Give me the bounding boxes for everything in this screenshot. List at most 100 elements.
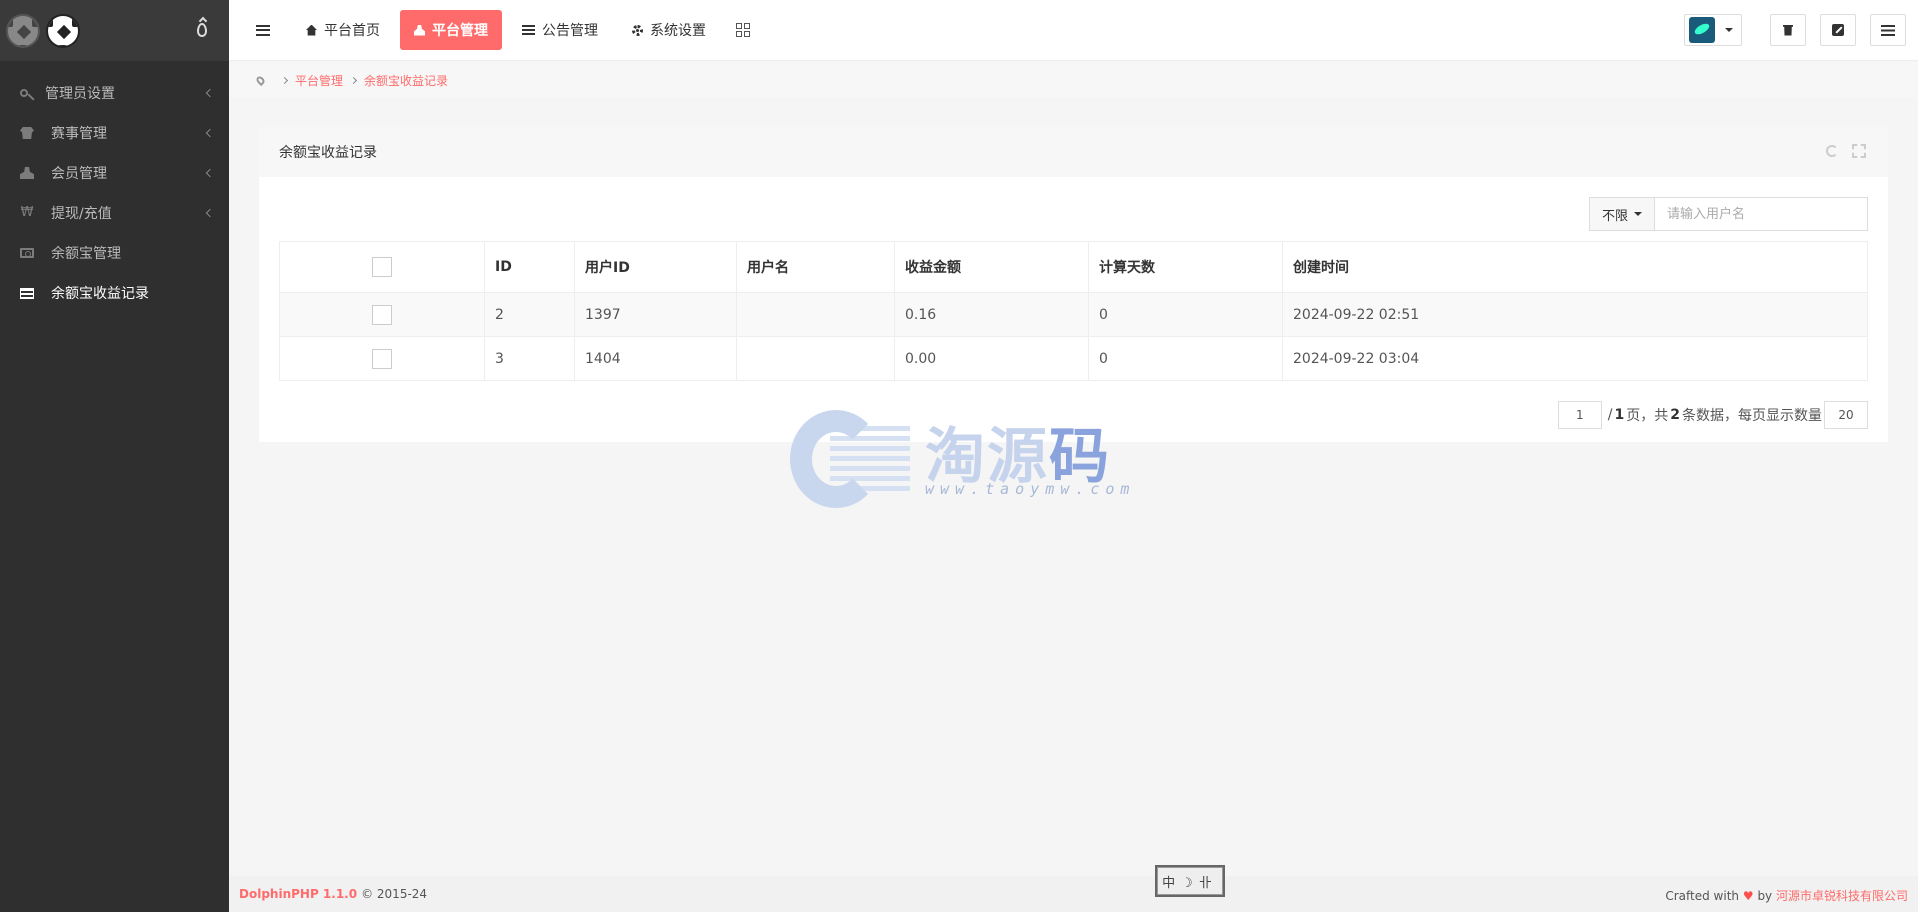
clear-cache-button[interactable] <box>1770 14 1806 46</box>
chevron-left-icon <box>205 168 215 178</box>
total-records: 2 <box>1670 407 1680 423</box>
side-panel-button[interactable] <box>1870 14 1906 46</box>
heart-icon: ♥ <box>1742 889 1754 903</box>
table-row[interactable]: 3 1404 0.00 0 2024-09-22 03:04 <box>279 336 1868 381</box>
key-icon <box>20 89 28 97</box>
breadcrumb: 平台管理 余额宝收益记录 <box>229 62 1918 98</box>
cell-user-id: 1404 <box>574 336 737 381</box>
cell-id: 3 <box>484 336 575 381</box>
topbar: 平台首页 平台管理 公告管理 系统设置 <box>229 0 1918 61</box>
cell-amount: 0.16 <box>894 292 1089 337</box>
row-select-cell <box>279 292 485 337</box>
cell-created: 2024-09-22 02:51 <box>1282 292 1868 337</box>
grid-icon[interactable] <box>736 23 750 37</box>
sidebar-item-yuebao-management[interactable]: 余额宝管理 <box>0 233 229 273</box>
page-number-input[interactable]: 1 <box>1557 401 1602 429</box>
sidebar-item-yuebao-earnings[interactable]: 余额宝收益记录 <box>0 273 229 313</box>
data-panel: 余额宝收益记录 不限 ID 用户ID 用户名 收益金额 计算天数 创建时间 <box>259 127 1888 442</box>
sidebar-item-admin-settings[interactable]: 管理员设置 <box>0 73 229 113</box>
select-all-checkbox[interactable] <box>372 257 392 277</box>
column-header[interactable]: 用户ID <box>574 241 737 293</box>
data-table: ID 用户ID 用户名 收益金额 计算天数 创建时间 2 1397 0.16 0… <box>279 241 1868 381</box>
cell-username <box>736 292 895 337</box>
chevron-left-icon <box>205 128 215 138</box>
sidebar-item-label: 余额宝收益记录 <box>51 286 149 302</box>
money-icon <box>20 248 34 258</box>
pager-sep: / <box>1607 407 1613 423</box>
tab-label: 系统设置 <box>650 23 706 39</box>
menu-icon <box>1881 24 1895 36</box>
column-header[interactable]: ID <box>484 241 575 293</box>
avatar <box>1689 17 1715 43</box>
cell-user-id: 1397 <box>574 292 737 337</box>
sidebar-item-label: 提现/充值 <box>51 206 112 222</box>
caret-down-icon <box>1634 212 1642 216</box>
cell-username <box>736 336 895 381</box>
gear-icon <box>632 24 643 36</box>
sidebar-item-match-management[interactable]: 赛事管理 <box>0 113 229 153</box>
table-row[interactable]: 2 1397 0.16 0 2024-09-22 02:51 <box>279 292 1868 337</box>
footer-brand-link[interactable]: DolphinPHP 1.1.0 <box>239 887 357 901</box>
footer-copyright: © 2015-24 <box>361 887 428 901</box>
breadcrumb-link[interactable]: 平台管理 <box>295 72 343 89</box>
by-text: by <box>1757 889 1773 903</box>
input-method-toolbar[interactable]: 中☽卝 <box>1155 865 1225 897</box>
trash-icon <box>1783 24 1793 36</box>
cell-created: 2024-09-22 03:04 <box>1282 336 1868 381</box>
tab-platform-home[interactable]: 平台首页 <box>292 10 394 50</box>
refresh-icon[interactable] <box>1826 145 1838 157</box>
filter-label: 不限 <box>1601 208 1628 224</box>
company-link[interactable]: 河源市卓锐科技有限公司 <box>1776 889 1908 903</box>
filter-dropdown[interactable]: 不限 <box>1589 197 1654 231</box>
sidebar-item-label: 余额宝管理 <box>51 246 121 262</box>
crafted-with-text: Crafted with <box>1665 889 1740 903</box>
tab-system-settings[interactable]: 系统设置 <box>618 10 720 50</box>
column-header[interactable]: 收益金额 <box>894 241 1089 293</box>
sidebar-item-member-management[interactable]: 会员管理 <box>0 153 229 193</box>
fullscreen-icon[interactable] <box>1852 144 1866 158</box>
search-group: 不限 <box>1589 197 1868 231</box>
sidebar-nav: 管理员设置 赛事管理 会员管理 ₩ 提现/充值 余额宝管理 余额宝收益记录 <box>0 61 229 313</box>
tab-label: 平台首页 <box>324 23 380 39</box>
chevron-right-icon <box>280 76 289 84</box>
user-menu-button[interactable] <box>1684 14 1742 46</box>
open-frontend-button[interactable] <box>1820 14 1856 46</box>
chevron-right-icon <box>349 76 358 84</box>
hamburger-icon[interactable] <box>256 24 270 36</box>
pagination: 1 / 1 页，共 2 条数据，每页显示数量 20 <box>1557 401 1868 429</box>
tab-label: 平台管理 <box>432 23 488 39</box>
row-checkbox[interactable] <box>372 348 392 369</box>
tab-announcement-management[interactable]: 公告管理 <box>508 10 612 50</box>
pager-text: 条数据，每页显示数量 <box>1682 408 1822 424</box>
logo-icon[interactable] <box>46 13 80 48</box>
sidebar-item-label: 管理员设置 <box>45 86 115 102</box>
cell-amount: 0.00 <box>894 336 1089 381</box>
external-link-icon <box>1832 24 1844 36</box>
sidebar-item-withdraw-recharge[interactable]: ₩ 提现/充值 <box>0 193 229 233</box>
watermark-url: www.taoymw.com <box>925 480 1136 498</box>
column-header[interactable]: 计算天数 <box>1088 241 1283 293</box>
breadcrumb-link[interactable]: 余额宝收益记录 <box>364 72 448 89</box>
search-input[interactable] <box>1654 197 1868 231</box>
footer-credits: Crafted with ♥ by 河源市卓锐科技有限公司 <box>1665 887 1908 904</box>
sidebar-item-label: 赛事管理 <box>51 126 107 142</box>
tab-platform-management[interactable]: 平台管理 <box>400 10 502 50</box>
pager-text: 页，共 <box>1626 408 1669 424</box>
column-header[interactable]: 用户名 <box>736 241 895 293</box>
user-icon <box>20 167 34 179</box>
column-header[interactable]: 创建时间 <box>1282 241 1868 293</box>
list-icon <box>522 24 535 36</box>
sidebar-item-label: 会员管理 <box>51 166 107 182</box>
page-size-input[interactable]: 20 <box>1824 401 1868 429</box>
shirt-icon <box>20 127 34 139</box>
table-header-row: ID 用户ID 用户名 收益金额 计算天数 创建时间 <box>279 241 1868 293</box>
theme-drop-icon[interactable] <box>197 23 207 37</box>
panel-title: 余额宝收益记录 <box>279 145 377 161</box>
topbar-actions <box>1684 14 1906 46</box>
cell-id: 2 <box>484 292 575 337</box>
row-checkbox[interactable] <box>372 304 392 325</box>
logo-icon <box>6 13 40 48</box>
row-select-cell <box>279 336 485 381</box>
select-all-cell <box>279 241 485 293</box>
cell-days: 0 <box>1088 336 1283 381</box>
